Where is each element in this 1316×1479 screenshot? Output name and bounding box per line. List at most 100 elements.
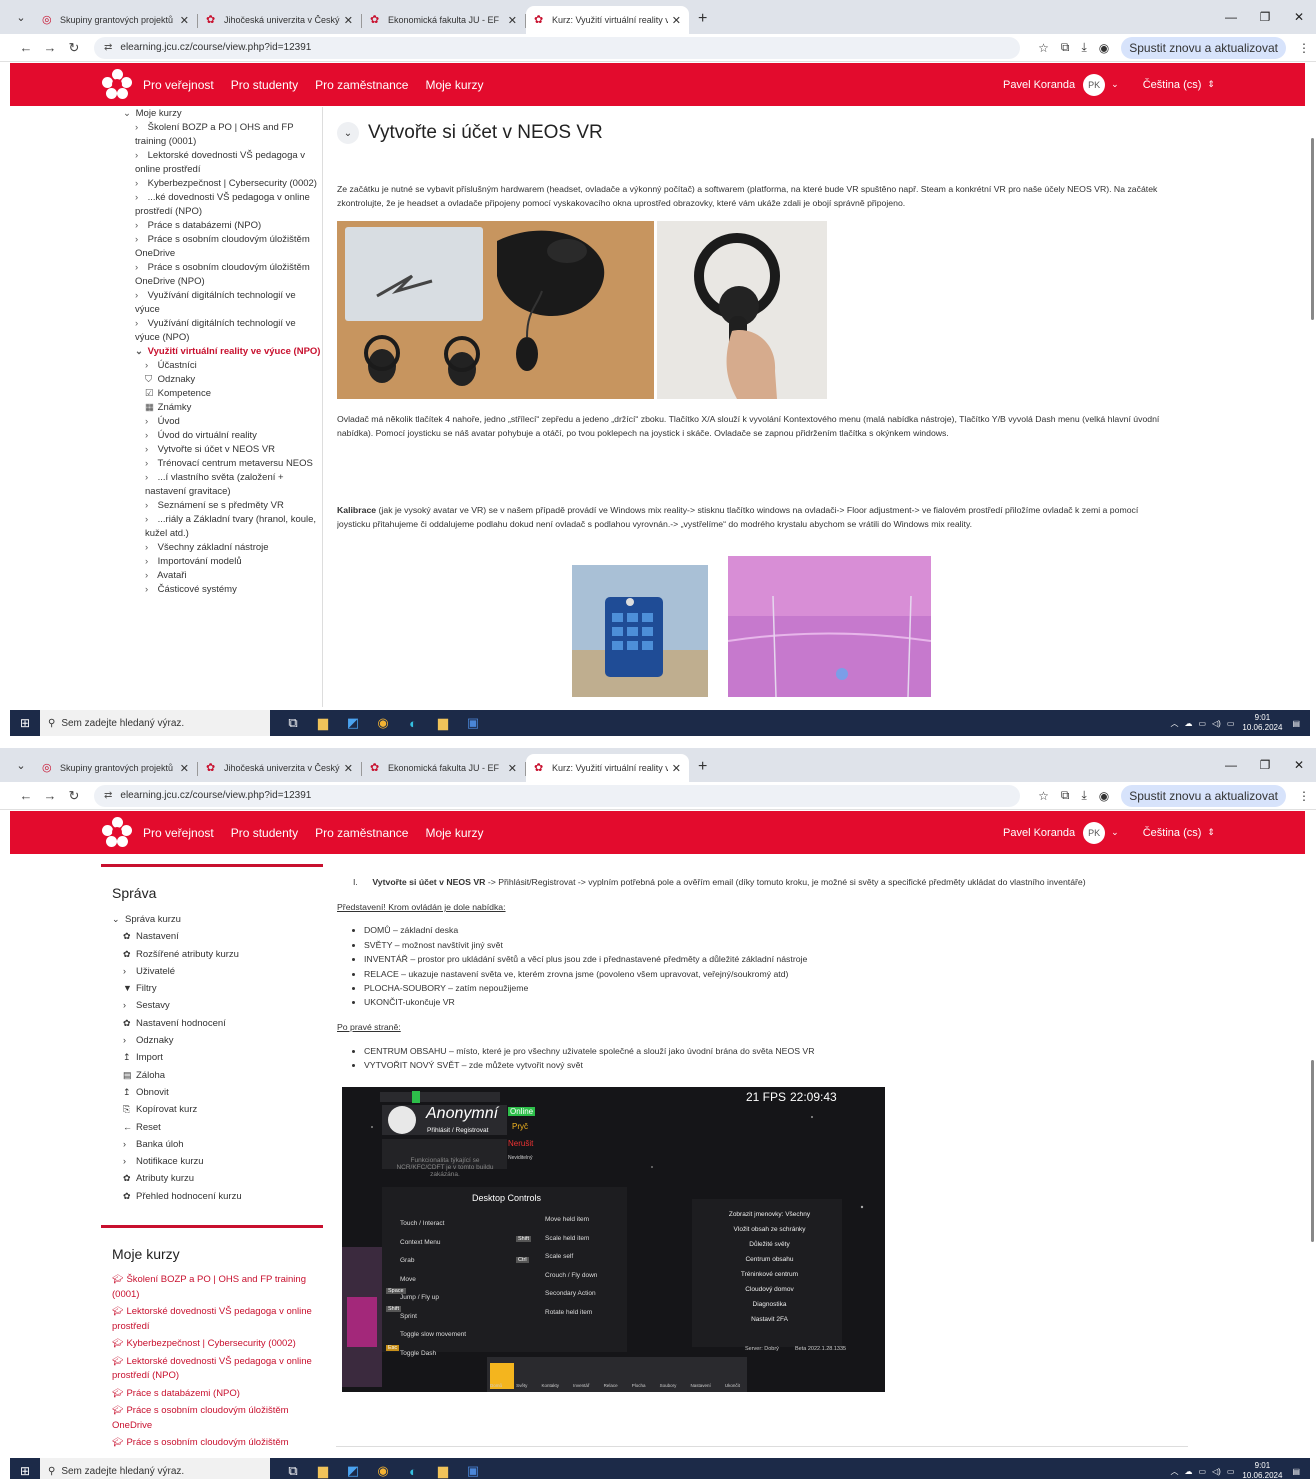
chevron-icon[interactable]: › [145,569,155,583]
vr-panel-item[interactable]: Nastavit 2FA [702,1312,837,1327]
course-index-item[interactable]: › Práce s osobním cloudovým úložištěm On… [101,233,322,261]
admin-menu-item[interactable]: ↥ Obnovit [101,1084,323,1101]
chevron-icon[interactable]: › [145,457,155,471]
page-scrollbar[interactable] [1311,138,1314,320]
browser-tab-active[interactable]: ✿ Kurz: Využití virtuální reality ve ✕ [526,6,689,34]
menu-kebab-icon[interactable]: ⋮ [1298,789,1310,803]
admin-menu-item[interactable]: ✿ Atributy kurzu [101,1170,323,1187]
download-icon[interactable]: ⤓ [1081,788,1086,803]
chrome-icon[interactable]: ◉ [368,1463,398,1479]
course-index-item[interactable]: › Školení BOZP a PO | OHS and FP trainin… [101,121,322,149]
course-index-item[interactable]: › Seznámení se s předměty VR [101,499,322,513]
extensions-icon[interactable]: ⧉ [1061,788,1070,803]
my-course-link[interactable]: 🎓︎ Lektorské dovednosti VŠ pedagoga v onl… [101,1304,323,1334]
minimize-icon[interactable]: — [1214,758,1248,772]
chevron-icon[interactable]: › [145,471,155,485]
admin-menu-item[interactable]: ✿ Rozšířené atributy kurzu [101,946,323,963]
my-course-link[interactable]: 🎓︎Práce s osobním cloudovým úložištěm On… [101,1435,323,1447]
chevron-icon[interactable]: › [135,177,145,191]
edge-icon[interactable]: ◐ [398,716,428,731]
tab-close-icon[interactable]: ✕ [672,762,681,775]
course-index-item-active[interactable]: ⌄ Využití virtuální reality ve výuce (NP… [101,345,322,359]
my-course-link[interactable]: 🎓︎ Kyberbezpečnost | Cybersecurity (0002) [101,1336,323,1352]
admin-menu-item[interactable]: › Notifikace kurzu [101,1153,323,1170]
notification-icon[interactable]: ▤ [1292,1467,1300,1476]
restore-icon[interactable]: ❐ [1248,758,1282,772]
admin-menu-item[interactable]: ✿ Nastavení hodnocení [101,1015,323,1032]
avatar[interactable]: PK [1083,73,1106,96]
site-info-icon[interactable]: ⇄ [104,42,112,53]
taskbar-search[interactable]: ⚲ Sem zadejte hledaný výraz. [40,710,270,736]
chevron-icon[interactable]: › [145,541,155,555]
nav-students[interactable]: Pro studenty [231,826,298,840]
display-icon[interactable]: ▭ [1227,719,1235,728]
vr-dock-item[interactable]: Relace [604,1383,618,1388]
tab-close-icon[interactable]: ✕ [180,14,189,27]
menu-kebab-icon[interactable]: ⋮ [1298,41,1310,55]
nav-public[interactable]: Pro veřejnost [143,78,214,92]
admin-menu-item[interactable]: › Sestavy [101,997,323,1014]
taskbar-search[interactable]: ⚲ Sem zadejte hledaný výraz. [40,1458,270,1479]
tab-close-icon[interactable]: ✕ [180,762,189,775]
chevron-icon[interactable]: › [145,499,155,513]
back-icon[interactable]: ← [14,40,38,55]
admin-menu-item[interactable]: ▤ Záloha [101,1067,323,1084]
chevron-down-icon[interactable]: ⌄ [1111,79,1119,90]
word-icon[interactable]: ▣ [458,1463,488,1479]
nav-my-courses[interactable]: Moje kurzy [425,78,483,92]
chevron-icon[interactable]: ⌄ [135,345,145,359]
admin-menu-item[interactable]: ✿ Nastavení [101,928,323,945]
browser-tab-active[interactable]: ✿ Kurz: Využití virtuální reality ve ✕ [526,754,689,782]
vr-panel-item[interactable]: Cloudový domov [702,1282,837,1297]
nav-students[interactable]: Pro studenty [231,78,298,92]
site-info-icon[interactable]: ⇄ [104,790,112,801]
vr-dock-item[interactable]: Kontakty [542,1383,560,1388]
vr-panel-item[interactable]: Diagnostika [702,1297,837,1312]
close-window-icon[interactable]: ✕ [1282,10,1316,24]
tray-chevron-icon[interactable]: ︿ [1170,718,1178,729]
vr-panel-item[interactable]: Vložit obsah ze schránky [702,1222,837,1237]
restore-icon[interactable]: ❐ [1248,10,1282,24]
bookmark-star-icon[interactable]: ☆ [1038,789,1049,803]
admin-menu-item[interactable]: ⎘ Kopírovat kurz [101,1101,323,1118]
browser-tab[interactable]: ✿ Ekonomická fakulta JU - EF ✕ [362,754,526,782]
taskbar-clock[interactable]: 9:01 10.06.2024 [1242,1461,1282,1479]
nav-my-courses[interactable]: Moje kurzy [425,826,483,840]
vr-dock-item[interactable]: Inventář [573,1383,589,1388]
course-index-item[interactable]: › Využívání digitálních technologií ve v… [101,317,322,345]
tab-close-icon[interactable]: ✕ [672,14,681,27]
course-index-item[interactable]: › Práce s databázemi (NPO) [101,219,322,233]
chevron-icon[interactable]: ⌄ [123,107,133,121]
folder-icon[interactable]: ▆ [428,715,458,731]
course-index-item[interactable]: › Lektorské dovednosti VŠ pedagoga v onl… [101,149,322,177]
course-index-item[interactable]: › Trénovací centrum metaversu NEOS [101,457,322,471]
bookmark-star-icon[interactable]: ☆ [1038,41,1049,55]
browser-tab[interactable]: ✿ Jihočeská univerzita v Českých ✕ [198,6,362,34]
admin-menu-item[interactable]: › Banka úloh [101,1136,323,1153]
course-index-item[interactable]: › Avataři [101,569,322,583]
chevron-icon[interactable]: › [135,261,145,275]
update-button[interactable]: Spustit znovu a aktualizovat [1121,784,1286,807]
my-course-link[interactable]: 🎓︎ Práce s databázemi (NPO) [101,1386,323,1402]
network-icon[interactable]: ▭ [1198,719,1206,728]
admin-menu-item[interactable]: ← Reset [101,1119,323,1136]
language-selector[interactable]: Čeština (cs) [1143,827,1202,839]
vr-panel-item[interactable]: Tréninkové centrum [702,1267,837,1282]
vr-panel-item[interactable]: Centrum obsahu [702,1252,837,1267]
windows-start-icon[interactable]: ⊞ [10,1458,40,1479]
profile-icon[interactable]: ◉ [1099,789,1109,803]
vr-status-invisible[interactable]: Neviditelný [508,1155,532,1161]
tab-close-icon[interactable]: ✕ [344,762,353,775]
my-course-link[interactable]: 🎓︎ Školení BOZP a PO | OHS and FP trainin… [101,1272,323,1302]
outlook-icon[interactable]: ◩ [338,715,368,731]
new-tab-icon[interactable]: + [698,10,707,28]
chevron-icon[interactable]: › [135,233,145,247]
course-index-item[interactable]: › ...í vlastního světa (založení + nasta… [101,471,322,499]
chevron-icon[interactable]: › [145,415,155,429]
course-index-item[interactable]: › Práce s osobním cloudovým úložištěm On… [101,261,322,289]
word-icon[interactable]: ▣ [458,715,488,731]
admin-menu-item[interactable]: ✿ Přehled hodnocení kurzu [101,1188,323,1205]
language-selector[interactable]: Čeština (cs) [1143,79,1202,91]
user-menu[interactable]: Pavel Koranda PK ⌄ Čeština (cs) ⇕ [1003,63,1215,106]
course-index-item[interactable]: › ...ké dovednosti VŠ pedagoga v online … [101,191,322,219]
